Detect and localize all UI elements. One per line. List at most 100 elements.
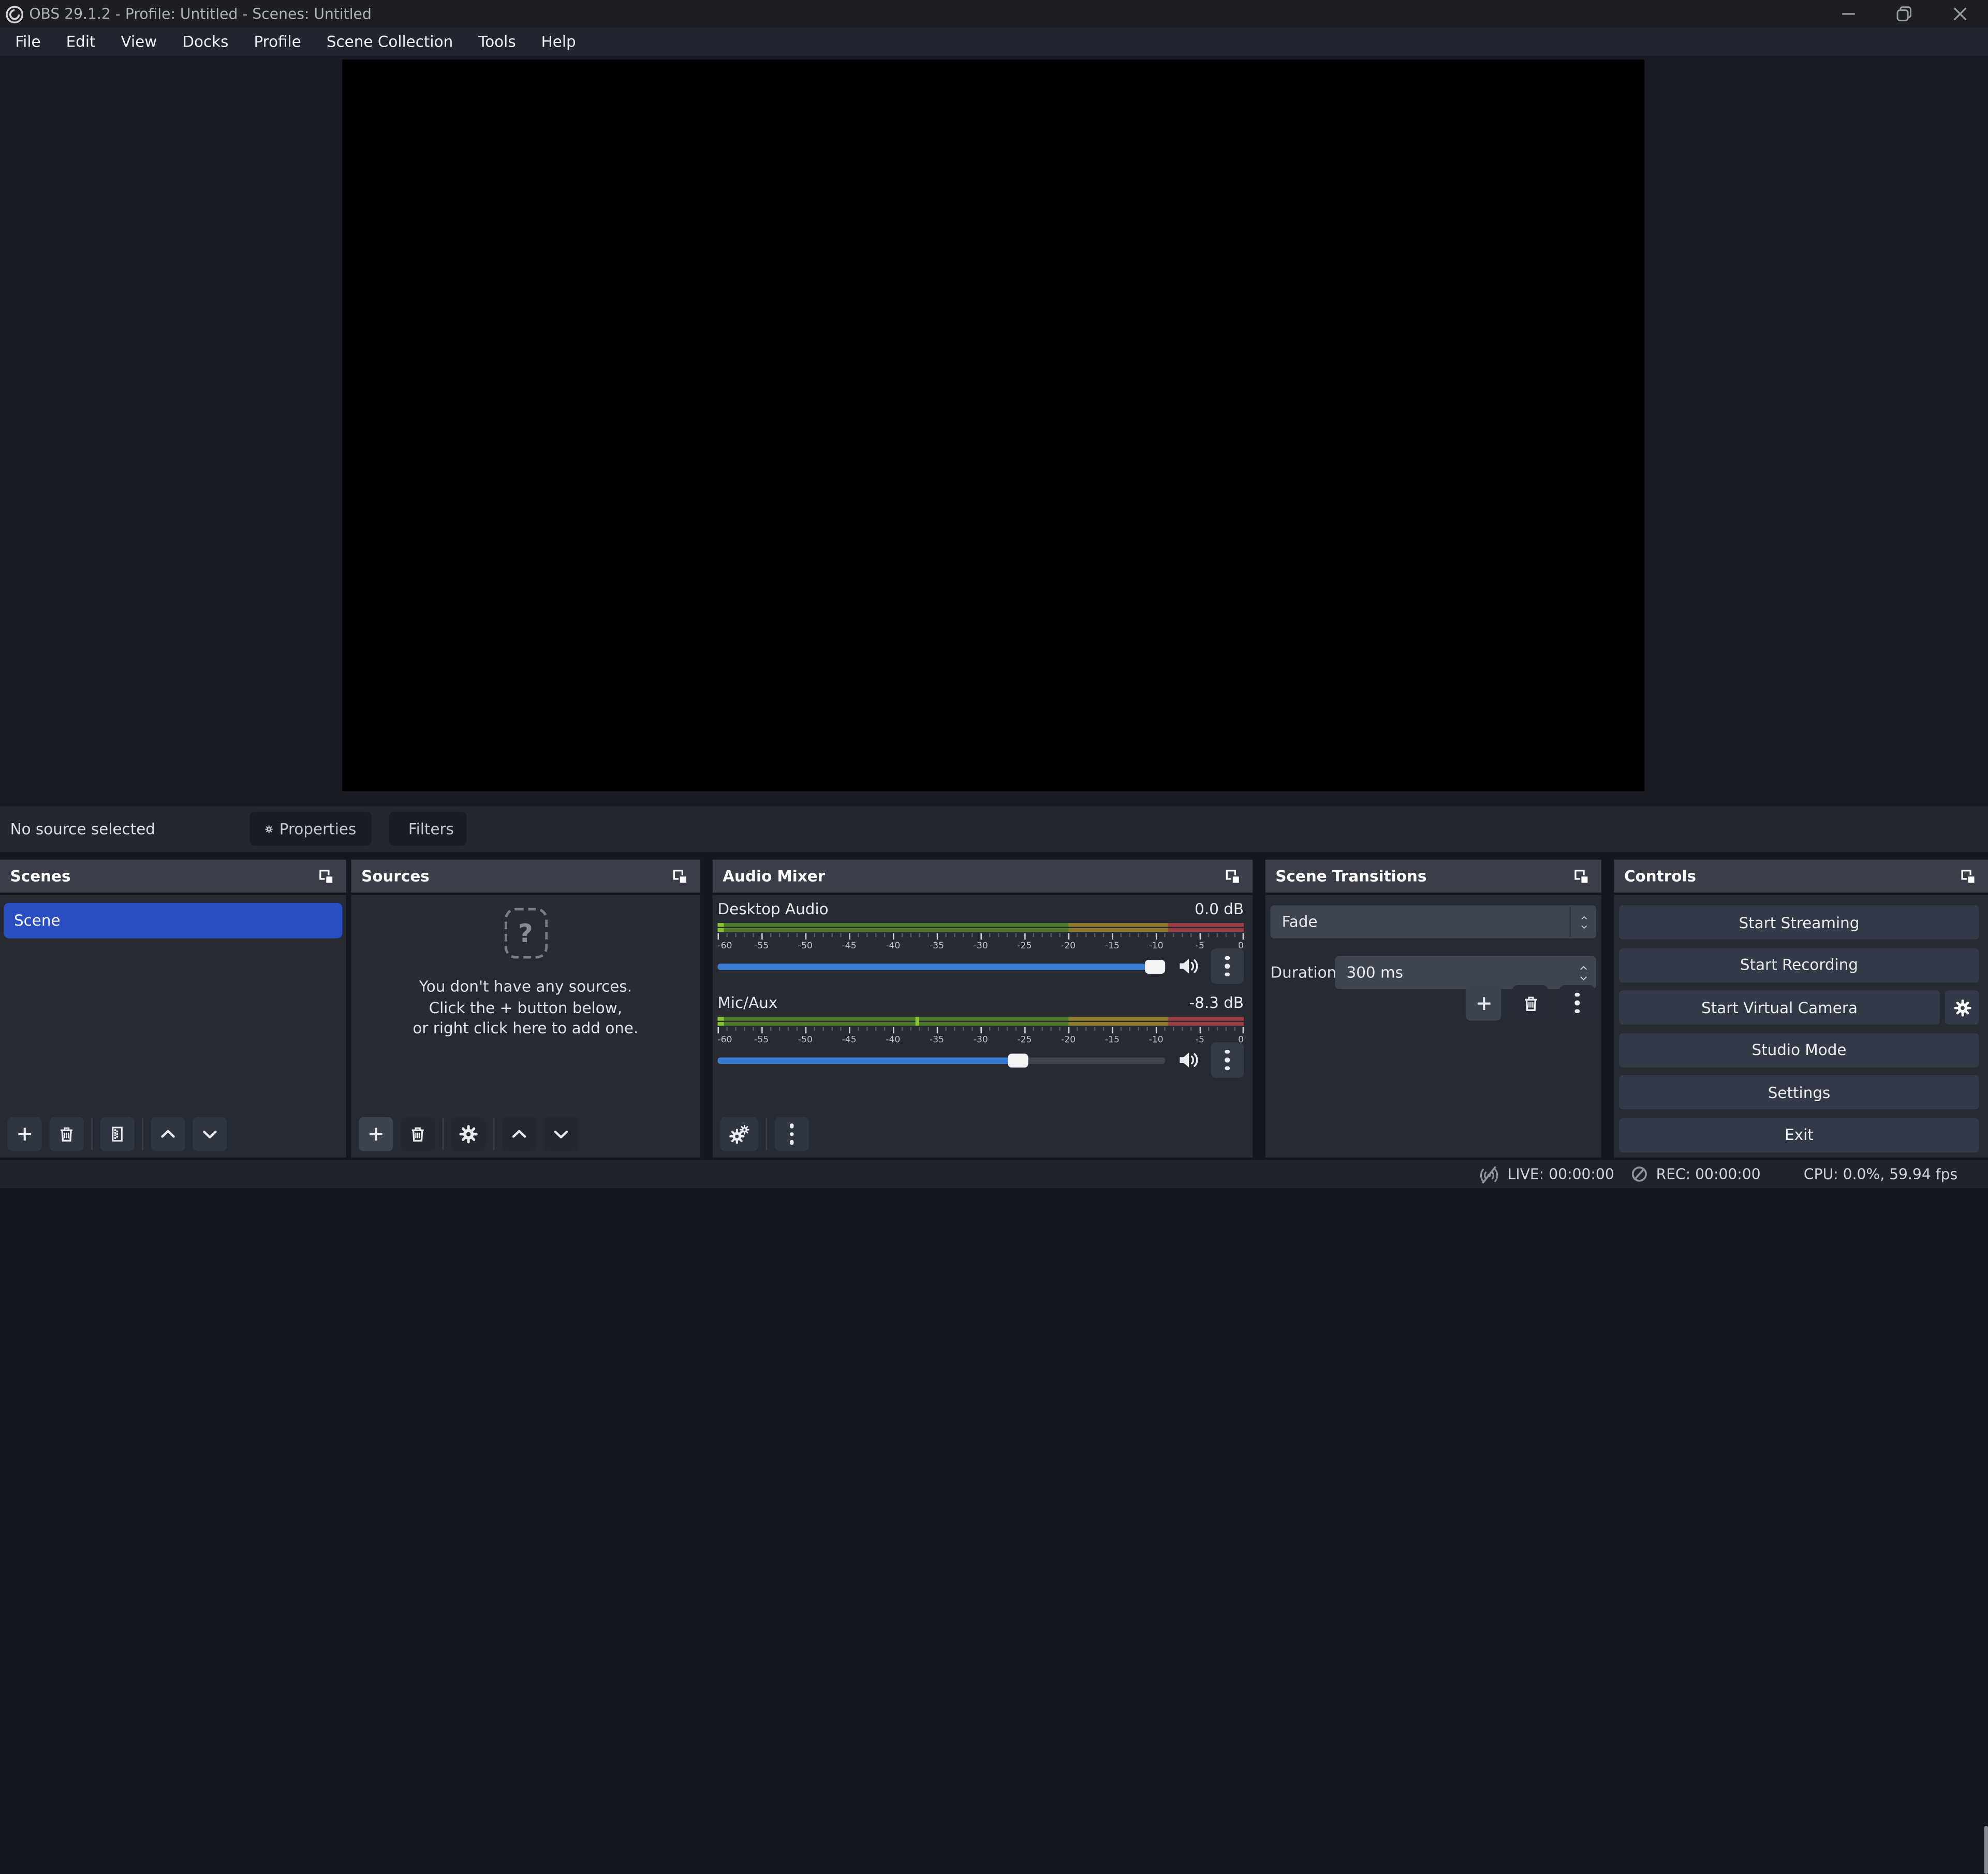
scenes-toolbar xyxy=(8,1117,227,1151)
exit-button[interactable]: Exit xyxy=(1619,1118,1979,1152)
menu-file[interactable]: File xyxy=(3,28,53,56)
toolbar-separator xyxy=(142,1118,143,1150)
settings-button[interactable]: Settings xyxy=(1619,1075,1979,1109)
sources-panel-header[interactable]: Sources xyxy=(351,860,700,896)
scene-transitions-panel: Scene Transitions Fade Duration 300 ms xyxy=(1265,860,1601,1158)
transition-select[interactable]: Fade xyxy=(1271,905,1597,939)
audio-mixer-toolbar xyxy=(720,1117,808,1151)
audio-mixer-panel-header[interactable]: Audio Mixer xyxy=(713,860,1253,896)
volume-slider[interactable] xyxy=(717,1057,1165,1063)
audio-mixer-title: Audio Mixer xyxy=(723,867,825,885)
combo-spinner[interactable] xyxy=(1570,906,1596,937)
title-bar: OBS 29.1.2 - Profile: Untitled - Scenes:… xyxy=(0,0,1988,28)
preview-canvas[interactable] xyxy=(342,60,1644,791)
remove-scene-button[interactable] xyxy=(50,1117,84,1151)
dock-scrollbar[interactable] xyxy=(1983,1826,1987,1874)
window-title: OBS 29.1.2 - Profile: Untitled - Scenes:… xyxy=(29,5,372,23)
menu-view[interactable]: View xyxy=(108,28,170,56)
tick-label: -20 xyxy=(1061,941,1076,951)
speaker-icon[interactable] xyxy=(1175,956,1201,976)
channel-options-button[interactable] xyxy=(1211,948,1244,984)
chevron-up-icon xyxy=(1578,914,1589,921)
chevron-down-icon xyxy=(552,1125,571,1144)
controls-panel: Controls Start Streaming Start Recording… xyxy=(1614,860,1988,1158)
close-button[interactable] xyxy=(1932,0,1988,28)
tick-label: -10 xyxy=(1149,1035,1164,1045)
volume-slider-handle[interactable] xyxy=(1145,959,1165,973)
studio-mode-button[interactable]: Studio Mode xyxy=(1619,1033,1979,1067)
controls-panel-header[interactable]: Controls xyxy=(1614,860,1988,896)
gear-icon xyxy=(459,1125,478,1144)
rec-time: REC: 00:00:00 xyxy=(1656,1165,1761,1183)
start-recording-button[interactable]: Start Recording xyxy=(1619,948,1979,982)
channel-volume-db: 0.0 dB xyxy=(1195,900,1244,918)
start-streaming-button[interactable]: Start Streaming xyxy=(1619,905,1979,940)
add-source-button[interactable] xyxy=(359,1117,393,1151)
filters-button[interactable]: Filters xyxy=(389,812,466,846)
remove-source-button[interactable] xyxy=(401,1117,435,1151)
menu-tools[interactable]: Tools xyxy=(466,28,528,56)
minimize-button[interactable] xyxy=(1821,0,1877,28)
popout-icon[interactable] xyxy=(317,867,336,886)
menu-profile[interactable]: Profile xyxy=(241,28,314,56)
source-toolbar: No source selected Properties Filters xyxy=(0,807,1988,852)
menu-help[interactable]: Help xyxy=(528,28,588,56)
plus-icon xyxy=(1474,993,1493,1013)
menu-edit[interactable]: Edit xyxy=(53,28,108,56)
transition-buttons xyxy=(1466,985,1595,1021)
channel-name: Mic/Aux xyxy=(717,994,777,1012)
source-properties-button[interactable] xyxy=(451,1117,485,1151)
gear-icon xyxy=(265,819,273,837)
move-source-up-button[interactable] xyxy=(502,1117,536,1151)
menu-scene-collection[interactable]: Scene Collection xyxy=(314,28,465,56)
volume-slider[interactable] xyxy=(717,963,1165,969)
properties-button[interactable]: Properties xyxy=(250,812,372,846)
tick-label: -25 xyxy=(1017,941,1032,951)
move-source-down-button[interactable] xyxy=(544,1117,578,1151)
tick-label: -60 xyxy=(717,1035,732,1045)
speaker-icon[interactable] xyxy=(1175,1050,1201,1070)
transition-options-button[interactable] xyxy=(1559,985,1595,1021)
start-virtual-camera-button[interactable]: Start Virtual Camera xyxy=(1619,990,1940,1024)
restore-button[interactable] xyxy=(1876,0,1932,28)
menu-docks[interactable]: Docks xyxy=(170,28,241,56)
scene-filters-button[interactable] xyxy=(100,1117,135,1151)
popout-icon[interactable] xyxy=(1224,867,1243,886)
tick-label: -60 xyxy=(717,941,732,951)
channel-options-button[interactable] xyxy=(1211,1042,1244,1078)
scenes-panel-header[interactable]: Scenes xyxy=(0,860,346,896)
add-scene-button[interactable] xyxy=(8,1117,42,1151)
add-transition-button[interactable] xyxy=(1466,985,1501,1021)
popout-icon[interactable] xyxy=(671,867,690,886)
transition-selected-value: Fade xyxy=(1271,913,1318,930)
trash-icon xyxy=(408,1125,428,1144)
duration-input[interactable]: 300 ms xyxy=(1335,956,1596,989)
plus-icon xyxy=(15,1125,34,1144)
tick-label: -55 xyxy=(754,1035,769,1045)
toolbar-separator xyxy=(443,1118,444,1150)
spin-down-button[interactable] xyxy=(1577,969,1589,986)
scene-transitions-title: Scene Transitions xyxy=(1275,867,1426,885)
live-time: LIVE: 00:00:00 xyxy=(1508,1165,1614,1183)
tick-label: -45 xyxy=(842,941,857,951)
remove-transition-button[interactable] xyxy=(1512,985,1548,1021)
peak-indicator xyxy=(915,1017,919,1026)
no-source-selected-label: No source selected xyxy=(10,821,155,838)
move-scene-down-button[interactable] xyxy=(193,1117,227,1151)
chevron-down-icon xyxy=(1578,923,1589,930)
tick-label: 0 xyxy=(1238,1035,1244,1045)
virtual-camera-settings-button[interactable] xyxy=(1945,990,1979,1024)
toolbar-separator xyxy=(91,1118,92,1150)
move-scene-up-button[interactable] xyxy=(151,1117,185,1151)
mixer-channel-desktop-audio: Desktop Audio 0.0 dB -60-55-50-45-40-35-… xyxy=(717,898,1244,976)
tick-label: -10 xyxy=(1149,941,1164,951)
mixer-options-button[interactable] xyxy=(775,1117,809,1151)
advanced-audio-properties-button[interactable] xyxy=(720,1117,758,1151)
scene-transitions-panel-header[interactable]: Scene Transitions xyxy=(1265,860,1601,896)
popout-icon[interactable] xyxy=(1572,867,1592,886)
popout-icon[interactable] xyxy=(1959,867,1978,886)
audio-mixer-panel: Audio Mixer Desktop Audio 0.0 dB -60-55-… xyxy=(713,860,1253,1158)
volume-slider-handle[interactable] xyxy=(1008,1053,1028,1067)
sources-toolbar xyxy=(359,1117,578,1151)
scene-list-item-selected[interactable]: Scene xyxy=(4,903,342,939)
